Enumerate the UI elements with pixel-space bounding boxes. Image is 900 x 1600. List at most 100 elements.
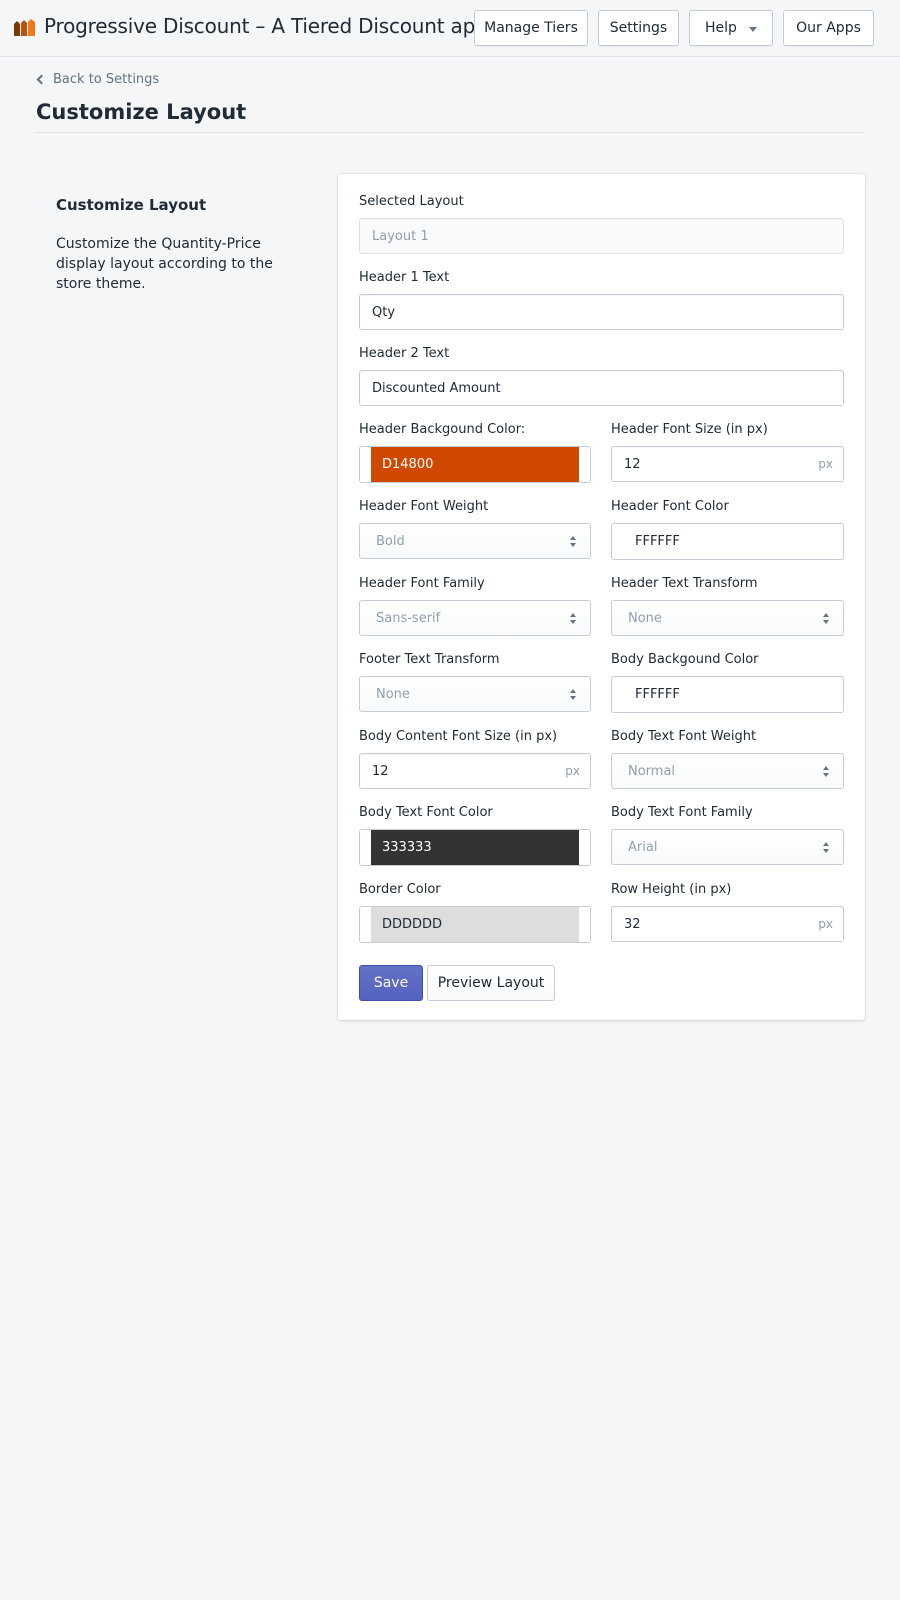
select-arrows-icon	[570, 536, 576, 548]
section-description: Customize the Quantity-Price display lay…	[56, 236, 273, 292]
header-font-family-label: Header Font Family	[359, 576, 485, 591]
body-font-family-value: Arial	[628, 839, 658, 855]
body-font-size-value: 12	[372, 763, 389, 779]
header-font-weight-field: Header Font Weight Bold	[359, 497, 591, 559]
save-label: Save	[373, 975, 409, 991]
header1-text-label: Header 1 Text	[359, 270, 450, 285]
select-arrows-icon	[823, 842, 829, 854]
selected-layout-input: Layout 1	[359, 218, 844, 254]
select-arrows-icon	[823, 613, 829, 625]
body-bg-color-label: Body Backgound Color	[611, 652, 759, 667]
body-font-weight-field: Body Text Font Weight Normal	[611, 727, 844, 789]
body-font-size-field: Body Content Font Size (in px) 12 px	[359, 727, 591, 789]
select-arrows-icon	[570, 613, 576, 625]
price-tags-icon	[14, 19, 35, 36]
header2-text-input[interactable]: Discounted Amount	[359, 370, 844, 406]
header1-text-value: Qty	[372, 304, 396, 320]
header-text-transform-select[interactable]: None	[611, 600, 844, 636]
selected-layout-value: Layout 1	[372, 228, 429, 244]
help-label: Help	[705, 20, 737, 36]
selected-layout-label: Selected Layout	[359, 194, 464, 209]
preview-layout-button[interactable]: Preview Layout	[427, 965, 555, 1001]
back-link-label: Back to Settings	[53, 72, 160, 87]
border-color-field: Border Color DDDDDD	[359, 880, 591, 943]
border-color-value: DDDDDD	[382, 917, 443, 932]
top-bar: Progressive Discount – A Tiered Discount…	[0, 0, 900, 57]
title-divider	[36, 132, 864, 133]
border-color-label: Border Color	[359, 882, 441, 897]
help-dropdown-button[interactable]: Help	[689, 10, 773, 46]
header-bg-color-label: Header Backgound Color:	[359, 422, 526, 437]
selected-layout-field: Selected Layout Layout 1	[359, 192, 844, 254]
header2-text-field: Header 2 Text Discounted Amount	[359, 344, 844, 406]
body-font-family-label: Body Text Font Family	[611, 805, 753, 820]
header1-text-input[interactable]: Qty	[359, 294, 844, 330]
body-font-color-value: 333333	[382, 840, 432, 855]
header-font-size-input[interactable]: 12 px	[611, 446, 844, 482]
settings-button[interactable]: Settings	[598, 10, 679, 46]
body-font-family-field: Body Text Font Family Arial	[611, 803, 844, 865]
body-font-color-field: Body Text Font Color 333333	[359, 803, 591, 866]
body-bg-color-field: Body Backgound Color FFFFFF	[611, 650, 844, 713]
header-font-color-input[interactable]: FFFFFF	[611, 523, 844, 560]
row-height-value: 32	[624, 916, 641, 932]
border-color-swatch: DDDDDD	[371, 907, 579, 942]
header-bg-color-field: Header Backgound Color: D14800	[359, 420, 591, 483]
header-font-color-field: Header Font Color FFFFFF	[611, 497, 844, 560]
section-title: Customize Layout	[56, 196, 207, 214]
header1-text-field: Header 1 Text Qty	[359, 268, 844, 330]
row-height-field: Row Height (in px) 32 px	[611, 880, 844, 942]
body-font-color-label: Body Text Font Color	[359, 805, 493, 820]
body-font-color-input[interactable]: 333333	[359, 829, 591, 866]
save-button[interactable]: Save	[359, 965, 423, 1001]
body-font-size-input[interactable]: 12 px	[359, 753, 591, 789]
header-font-size-label: Header Font Size (in px)	[611, 422, 768, 437]
header-font-family-field: Header Font Family Sans-serif	[359, 574, 591, 636]
select-arrows-icon	[570, 689, 576, 701]
settings-label: Settings	[609, 20, 668, 36]
footer-text-transform-field: Footer Text Transform None	[359, 650, 591, 712]
header-bg-color-input[interactable]: D14800	[359, 446, 591, 483]
app-title: Progressive Discount – A Tiered Discount…	[44, 14, 507, 38]
header-bg-color-value: D14800	[382, 457, 434, 472]
select-arrows-icon	[823, 766, 829, 778]
row-height-input[interactable]: 32 px	[611, 906, 844, 942]
page-title: Customize Layout	[36, 100, 247, 124]
header-bg-color-swatch: D14800	[371, 447, 579, 482]
body-bg-color-value: FFFFFF	[635, 687, 680, 702]
header2-text-label: Header 2 Text	[359, 346, 450, 361]
header-text-transform-value: None	[628, 610, 662, 626]
row-height-label: Row Height (in px)	[611, 882, 732, 897]
px-suffix: px	[818, 457, 833, 471]
body-font-weight-value: Normal	[628, 763, 676, 779]
border-color-input[interactable]: DDDDDD	[359, 906, 591, 943]
manage-tiers-button[interactable]: Manage Tiers	[474, 10, 588, 46]
px-suffix: px	[565, 764, 580, 778]
manage-tiers-label: Manage Tiers	[484, 20, 578, 36]
header-font-weight-select[interactable]: Bold	[359, 523, 591, 559]
back-to-settings-link[interactable]: Back to Settings	[36, 72, 159, 87]
header-font-weight-label: Header Font Weight	[359, 499, 489, 514]
px-suffix: px	[818, 917, 833, 931]
footer-text-transform-select[interactable]: None	[359, 676, 591, 712]
our-apps-button[interactable]: Our Apps	[783, 10, 874, 46]
header-font-size-value: 12	[624, 456, 641, 472]
header-font-family-value: Sans-serif	[376, 610, 441, 626]
header-text-transform-label: Header Text Transform	[611, 576, 758, 591]
body-font-family-select[interactable]: Arial	[611, 829, 844, 865]
header-text-transform-field: Header Text Transform None	[611, 574, 844, 636]
header-font-weight-value: Bold	[376, 533, 405, 549]
our-apps-label: Our Apps	[796, 20, 861, 36]
layout-form-card: Selected Layout Layout 1 Header 1 Text Q…	[338, 174, 865, 1020]
header-font-family-select[interactable]: Sans-serif	[359, 600, 591, 636]
body-font-weight-select[interactable]: Normal	[611, 753, 844, 789]
body-bg-color-input[interactable]: FFFFFF	[611, 676, 844, 713]
caret-down-icon	[748, 26, 757, 32]
footer-text-transform-value: None	[376, 686, 410, 702]
header-font-color-label: Header Font Color	[611, 499, 729, 514]
body-font-weight-label: Body Text Font Weight	[611, 729, 757, 744]
body-font-size-label: Body Content Font Size (in px)	[359, 729, 558, 744]
preview-label: Preview Layout	[437, 975, 545, 991]
header-font-size-field: Header Font Size (in px) 12 px	[611, 420, 844, 482]
header2-text-value: Discounted Amount	[372, 380, 501, 396]
